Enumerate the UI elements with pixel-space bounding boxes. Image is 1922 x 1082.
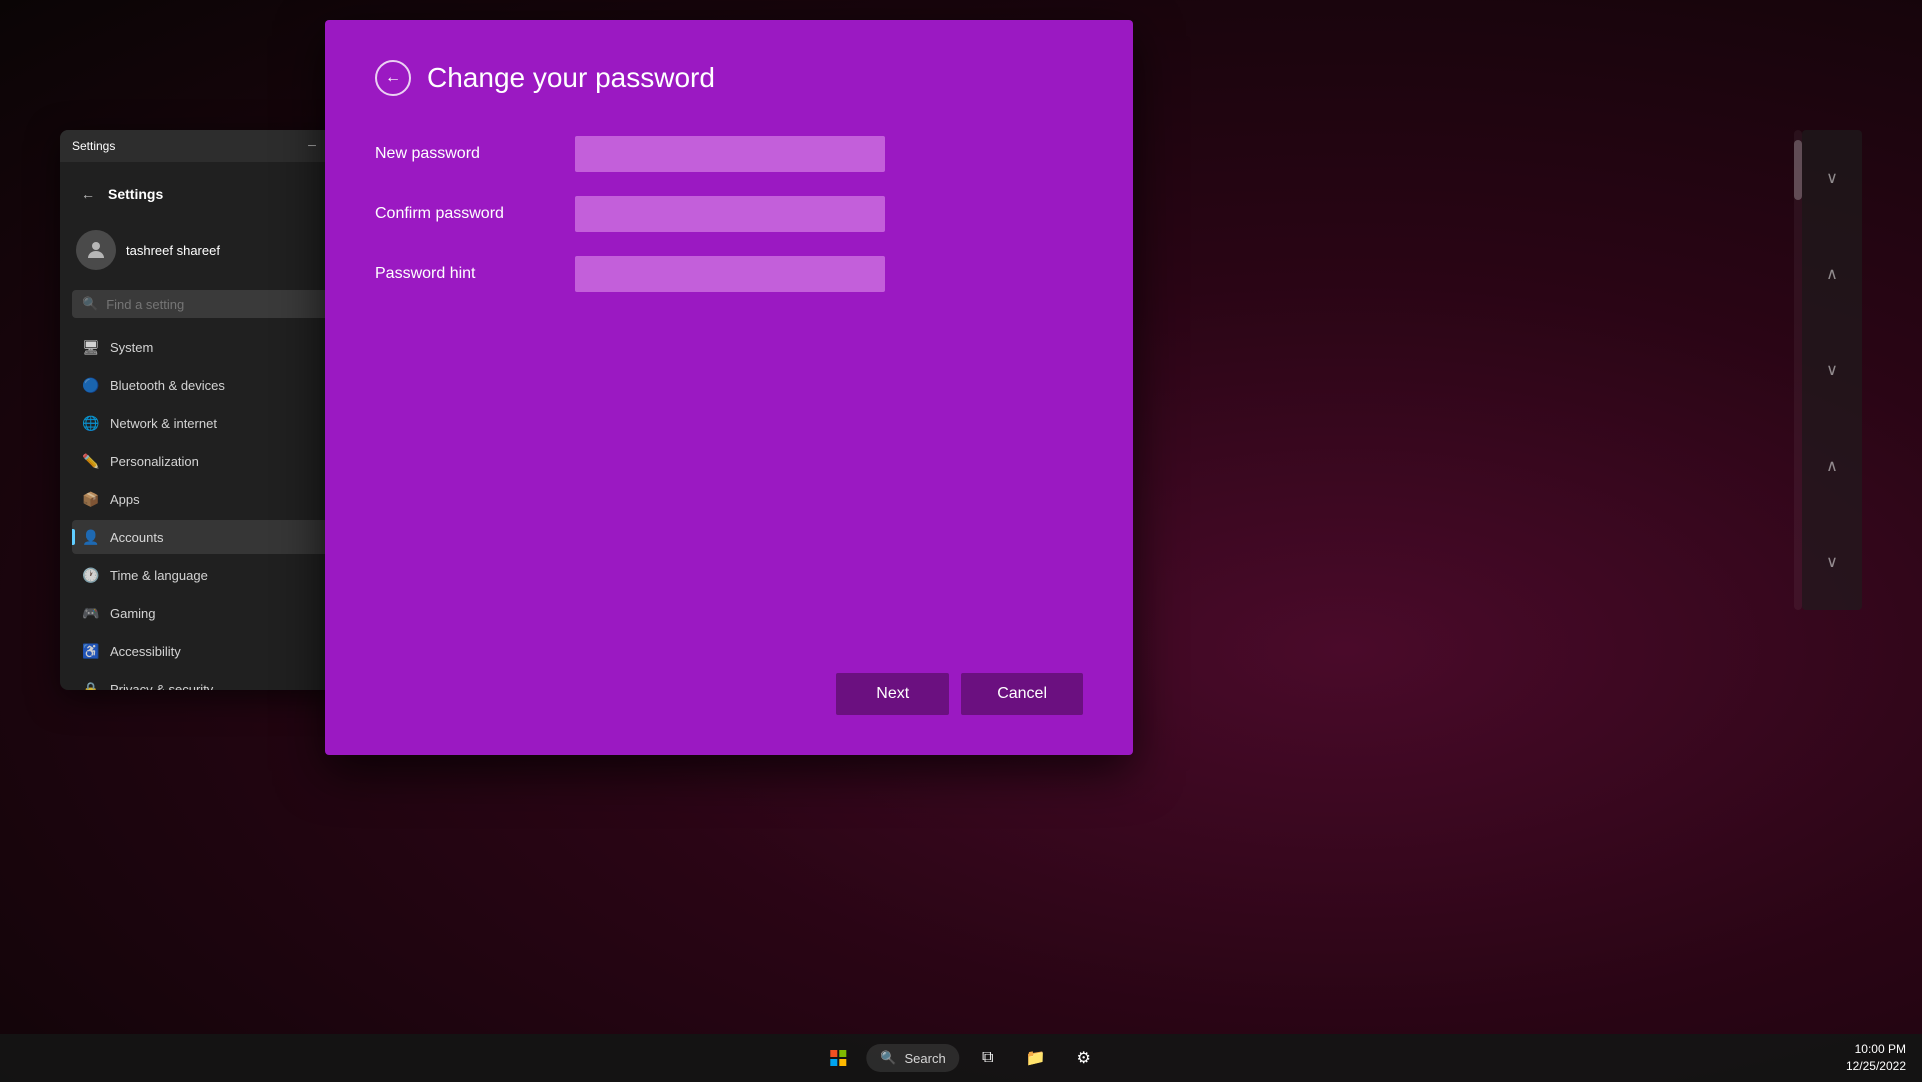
new-password-label: New password — [375, 145, 575, 163]
dialog-back-button[interactable]: ← — [375, 60, 411, 96]
password-hint-group: Password hint — [375, 256, 1083, 292]
gaming-icon: 🎮 — [82, 604, 100, 622]
confirm-password-group: Confirm password — [375, 196, 1083, 232]
avatar — [76, 230, 116, 270]
accounts-icon: 👤 — [82, 528, 100, 546]
change-password-dialog: ← Change your password New password Conf… — [325, 20, 1133, 755]
apps-icon: 📦 — [82, 490, 100, 508]
scrollbar-track[interactable] — [1794, 130, 1802, 610]
logo-square-4 — [839, 1059, 846, 1066]
taskbar-date-display: 12/25/2022 — [1846, 1058, 1906, 1075]
start-button[interactable] — [818, 1038, 858, 1078]
taskbar-search-button[interactable]: 🔍 Search — [866, 1044, 959, 1072]
new-password-group: New password — [375, 136, 1083, 172]
desktop: Settings ─ □ ✕ ← Settings tashreef shar — [0, 0, 1922, 1082]
password-hint-label: Password hint — [375, 265, 575, 283]
settings-taskbar-button[interactable]: ⚙ — [1064, 1038, 1104, 1078]
bluetooth-icon: 🔵 — [82, 376, 100, 394]
back-arrow-icon: ← — [385, 69, 401, 87]
password-hint-input[interactable] — [575, 256, 885, 292]
collapse-arrow-2[interactable]: ∧ — [1818, 448, 1846, 484]
minimize-button[interactable]: ─ — [298, 132, 326, 160]
logo-square-3 — [830, 1059, 837, 1066]
scrollbar-thumb[interactable] — [1794, 140, 1802, 200]
taskbar-right: 10:00 PM 12/25/2022 — [1846, 1041, 1922, 1075]
expand-arrow-3[interactable]: ∨ — [1818, 544, 1846, 580]
dialog-title: Change your password — [427, 62, 715, 94]
new-password-input[interactable] — [575, 136, 885, 172]
sidebar-item-label: Accounts — [110, 530, 163, 545]
dialog-footer: Next Cancel — [836, 673, 1083, 715]
sidebar-item-label: Network & internet — [110, 416, 217, 431]
search-icon: 🔍 — [82, 296, 98, 312]
file-explorer-button[interactable]: 📁 — [1016, 1038, 1056, 1078]
accessibility-icon: ♿ — [82, 642, 100, 660]
confirm-password-input[interactable] — [575, 196, 885, 232]
taskbar-clock: 10:00 PM 12/25/2022 — [1846, 1041, 1906, 1075]
logo-square-1 — [830, 1050, 837, 1057]
taskbar-center: 🔍 Search ⧉ 📁 ⚙ — [818, 1038, 1103, 1078]
sidebar-item-label: Accessibility — [110, 644, 181, 659]
taskbar: 🔍 Search ⧉ 📁 ⚙ 10:00 PM 12/25/2022 — [0, 1034, 1922, 1082]
collapse-arrow-1[interactable]: ∧ — [1818, 256, 1846, 292]
cancel-button[interactable]: Cancel — [961, 673, 1083, 715]
confirm-password-label: Confirm password — [375, 205, 575, 223]
dialog-header: ← Change your password — [375, 60, 1083, 96]
next-button[interactable]: Next — [836, 673, 949, 715]
task-view-button[interactable]: ⧉ — [968, 1038, 1008, 1078]
task-view-icon: ⧉ — [982, 1049, 993, 1067]
sidebar-item-label: Personalization — [110, 454, 199, 469]
settings-title-label: Settings — [108, 186, 163, 202]
windows-logo-icon — [830, 1050, 846, 1066]
expand-arrow-2[interactable]: ∨ — [1818, 352, 1846, 388]
sidebar-item-label: Time & language — [110, 568, 208, 583]
sidebar-item-label: Apps — [110, 492, 140, 507]
taskbar-search-label: Search — [904, 1051, 945, 1066]
right-panel: ∨ ∧ ∨ ∧ ∨ — [1802, 130, 1862, 610]
taskbar-time-display: 10:00 PM — [1846, 1041, 1906, 1058]
sidebar-item-label: Bluetooth & devices — [110, 378, 225, 393]
personalization-icon: ✏️ — [82, 452, 100, 470]
settings-back-button[interactable]: ← — [76, 182, 100, 206]
settings-gear-icon: ⚙ — [1077, 1048, 1091, 1068]
sidebar-item-label: Gaming — [110, 606, 156, 621]
sidebar-item-label: System — [110, 340, 153, 355]
logo-square-2 — [839, 1050, 846, 1057]
username-label: tashreef shareef — [126, 243, 220, 258]
network-icon: 🌐 — [82, 414, 100, 432]
file-explorer-icon: 📁 — [1026, 1048, 1046, 1068]
expand-arrow-1[interactable]: ∨ — [1818, 160, 1846, 196]
system-icon: 🖥 — [82, 338, 100, 356]
settings-window-title: Settings — [72, 139, 115, 153]
time-icon: 🕐 — [82, 566, 100, 584]
sidebar-item-label: Privacy & security — [110, 682, 213, 691]
privacy-icon: 🔒 — [82, 680, 100, 690]
taskbar-search-icon: 🔍 — [880, 1050, 896, 1066]
